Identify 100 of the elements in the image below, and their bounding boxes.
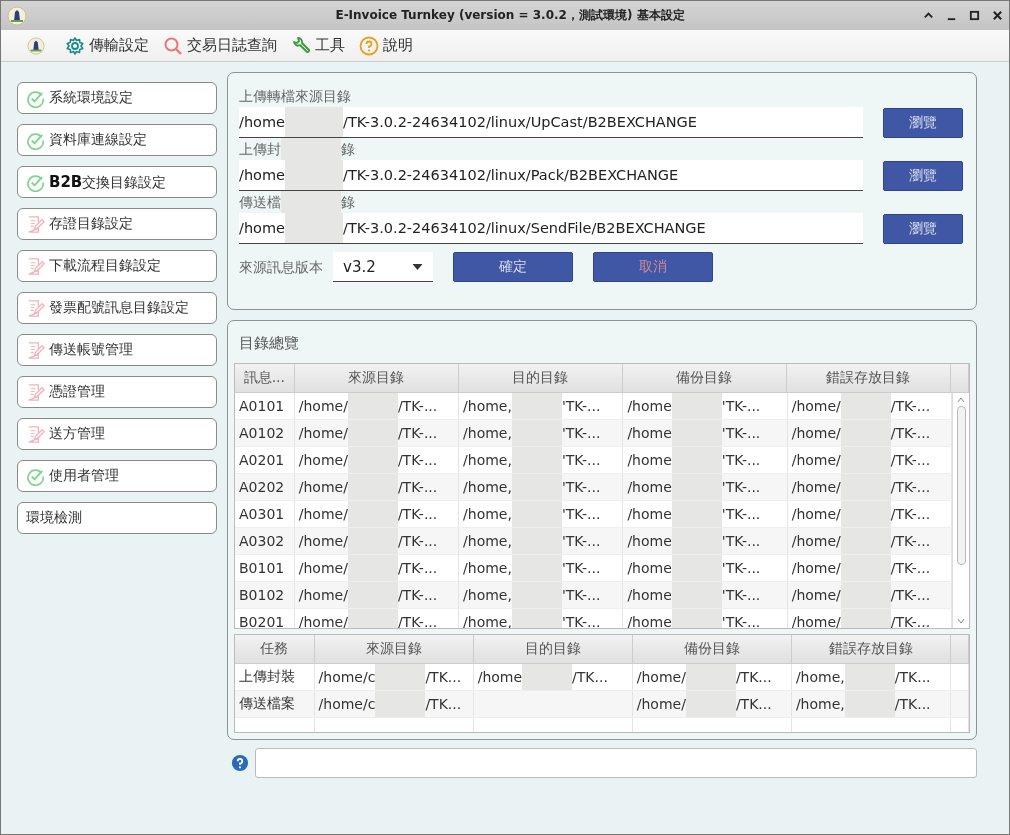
confirm-button[interactable]: 確定 <box>453 252 573 282</box>
sidebar-item[interactable]: 環境檢測 <box>17 502 217 534</box>
sidebar-item[interactable]: 資料庫連線設定 <box>17 124 217 156</box>
table-cell: 'TK-... <box>561 533 601 549</box>
sidebar-item[interactable]: 發票配號訊息目錄設定 <box>17 292 217 324</box>
table-cell: 'TK-... <box>721 587 761 603</box>
window-title: E-Invoice Turnkey (version = 3.0.2，測試環境) 基本設定 <box>334 7 686 24</box>
field-label: 上傳封 <box>239 140 281 159</box>
table-cell: /home <box>627 533 672 549</box>
path-field[interactable]: /home /TK-3.0.2-24634102/linux/UpCast/B2BEXCHANGE <box>239 107 863 138</box>
table-cell: /TK-... <box>397 587 438 603</box>
table-cell: 'TK-... <box>721 560 761 576</box>
sidebar-item[interactable]: 存證目錄設定 <box>17 208 217 240</box>
table-cell: /TK-... <box>397 533 438 549</box>
table-cell: /TK-... <box>397 425 438 441</box>
table-cell: /home <box>477 669 523 685</box>
column-header[interactable]: 備份目錄 <box>622 364 787 392</box>
table-cell: /home/ <box>791 614 841 628</box>
blur-patch <box>285 107 343 137</box>
table-cell: /home, <box>795 669 845 685</box>
table-cell: /home/ <box>298 533 348 549</box>
table-cell: /home/ <box>298 398 348 414</box>
browse-button[interactable]: 瀏覽 <box>883 213 963 244</box>
table-cell: /home, <box>463 587 512 603</box>
table-cell: /TK... <box>735 669 772 685</box>
table-cell: /TK... <box>894 696 931 712</box>
table-cell: /TK-... <box>397 560 438 576</box>
maximize-icon[interactable] <box>969 10 980 21</box>
sidebar-item[interactable]: 系統環境設定 <box>17 82 217 114</box>
table-cell: 'TK-... <box>721 425 761 441</box>
table-cell: A0101 <box>239 398 285 414</box>
column-header[interactable]: 來源目錄 <box>294 364 459 392</box>
table-cell: 'TK-... <box>721 533 761 549</box>
path-field[interactable]: /home /TK-3.0.2-24634102/linux/Pack/B2BEXCHANGE <box>239 160 863 191</box>
blur-patch <box>285 213 343 243</box>
document-pencil-icon <box>26 340 45 360</box>
table-cell: A0202 <box>239 479 285 495</box>
table-cell: /TK-... <box>890 452 931 468</box>
column-header[interactable]: 來源目錄 <box>314 635 474 663</box>
table-cell: A0201 <box>239 452 285 468</box>
column-header[interactable]: 備份目錄 <box>632 635 792 663</box>
table-cell: /home/ <box>298 587 348 603</box>
table-cell: B0102 <box>239 587 285 603</box>
table-cell: /home, <box>795 696 845 712</box>
table-cell: /TK-... <box>890 425 931 441</box>
table-cell: A0302 <box>239 533 285 549</box>
browse-button[interactable]: 瀏覽 <box>883 160 963 191</box>
version-label: 來源訊息版本 <box>239 258 323 277</box>
scroll-down-icon[interactable] <box>957 618 965 624</box>
panel-title: 目錄總覽 <box>238 334 300 353</box>
wrench-icon <box>291 35 311 56</box>
scroll-up-icon[interactable] <box>957 397 965 403</box>
table-cell: /home <box>627 614 672 628</box>
table-cell: /TK-... <box>890 614 931 628</box>
document-pencil-icon <box>26 256 45 276</box>
table-cell: /home/ <box>636 669 686 685</box>
sidebar-item[interactable]: 憑證管理 <box>17 376 217 408</box>
version-dropdown[interactable]: v3.2 <box>333 252 433 282</box>
field-label: 傳送檔 <box>239 193 281 212</box>
table-cell: 'TK-... <box>721 452 761 468</box>
blur-patch <box>281 191 341 213</box>
column-header[interactable]: 任務 <box>235 635 315 663</box>
table-cell: /home, <box>463 614 512 628</box>
table-cell: /home/ <box>791 425 841 441</box>
table-cell: /TK... <box>735 696 772 712</box>
sidebar-item[interactable]: B2B交換目錄設定 <box>17 166 217 198</box>
sidebar-item[interactable]: 送方管理 <box>17 418 217 450</box>
scrollbar-thumb[interactable] <box>956 406 966 565</box>
menu-item[interactable]: 傳輸設定 <box>65 35 149 56</box>
table-cell: /home, <box>463 533 512 549</box>
scrollbar[interactable] <box>952 393 969 628</box>
sidebar-item[interactable]: 使用者管理 <box>17 460 217 492</box>
column-header[interactable]: 錯誤存放目錄 <box>791 635 951 663</box>
browse-button[interactable]: 瀏覽 <box>883 107 963 138</box>
table-cell: /home, <box>463 506 512 522</box>
check-circle-icon <box>26 130 45 150</box>
document-pencil-icon <box>26 424 45 444</box>
sidebar-item[interactable]: 傳送帳號管理 <box>17 334 217 366</box>
table-cell: /home/ <box>791 506 841 522</box>
menu-item[interactable]: 交易日誌查詢 <box>163 35 277 56</box>
document-pencil-icon <box>26 298 45 318</box>
table-cell: /home/ <box>791 587 841 603</box>
table-cell: /TK-... <box>397 614 438 628</box>
column-header[interactable]: 目的目錄 <box>473 635 633 663</box>
menu-item[interactable]: 說明 <box>359 35 413 56</box>
table-cell: /home, <box>463 425 512 441</box>
path-field[interactable]: /home /TK-3.0.2-24634102/linux/SendFile/B2BEXCHANGE <box>239 213 863 244</box>
column-header[interactable]: 錯誤存放目錄 <box>786 364 951 392</box>
menu-item[interactable]: 工具 <box>291 35 345 56</box>
table-cell: 'TK-... <box>561 560 601 576</box>
sidebar-item[interactable]: 下載流程目錄設定 <box>17 250 217 282</box>
table-cell: /TK-... <box>397 452 438 468</box>
table-cell: /TK-... <box>890 398 931 414</box>
close-icon[interactable] <box>992 10 1003 21</box>
caret-up-icon[interactable] <box>923 10 934 21</box>
table-cell: /home/ <box>791 533 841 549</box>
table-cell: /home/ <box>298 560 348 576</box>
column-header[interactable]: 訊息... <box>235 364 295 392</box>
column-header[interactable]: 目的目錄 <box>458 364 623 392</box>
table-cell: 'TK-... <box>561 398 601 414</box>
